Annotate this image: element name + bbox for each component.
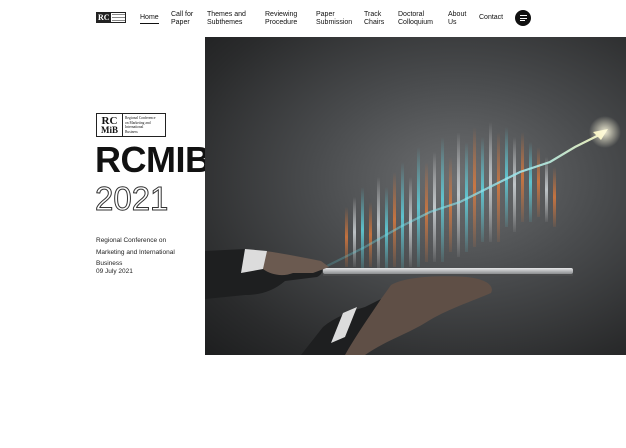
hero-date: 09 July 2021	[96, 268, 133, 275]
logo-wordmark: Regional Conference on Marketing and Int…	[125, 116, 156, 134]
logo-mark: RC	[97, 13, 111, 22]
hero-image	[205, 37, 626, 355]
nav-reviewing-procedure[interactable]: Reviewing Procedure	[265, 11, 297, 27]
nav-home[interactable]: Home	[140, 14, 159, 24]
hero-title: RCMIB	[95, 139, 211, 180]
hamburger-icon[interactable]	[515, 10, 531, 26]
candlestick-bars	[345, 122, 556, 272]
top-navigation: RC Home Call for Paper Themes and Subthe…	[0, 0, 626, 36]
nav-doctoral-colloquium[interactable]: Doctoral Colloquium	[398, 11, 433, 27]
logo-mark-bottom: MiB	[101, 124, 118, 135]
site-logo[interactable]: RC	[96, 12, 126, 23]
stock-chart-illustration	[205, 116, 621, 355]
logo-mark: RC MiB	[97, 114, 123, 136]
logo-mark-top: RC	[101, 114, 118, 127]
tablet	[323, 268, 573, 274]
logo-wordmark	[111, 13, 125, 22]
conference-logo: RC MiB Regional Conference on Marketing …	[96, 113, 166, 137]
nav-track-chairs[interactable]: Track Chairs	[364, 11, 384, 27]
hero-year: 2021	[94, 180, 169, 218]
nav-call-for-paper[interactable]: Call for Paper	[171, 11, 193, 27]
nav-themes-and-subthemes[interactable]: Themes and Subthemes	[207, 11, 246, 27]
nav-paper-submission[interactable]: Paper Submission	[316, 11, 352, 27]
nav-about-us[interactable]: About Us	[448, 11, 466, 27]
nav-contact[interactable]: Contact	[479, 14, 503, 22]
hero-description: Regional Conference on Marketing and Int…	[96, 237, 175, 267]
